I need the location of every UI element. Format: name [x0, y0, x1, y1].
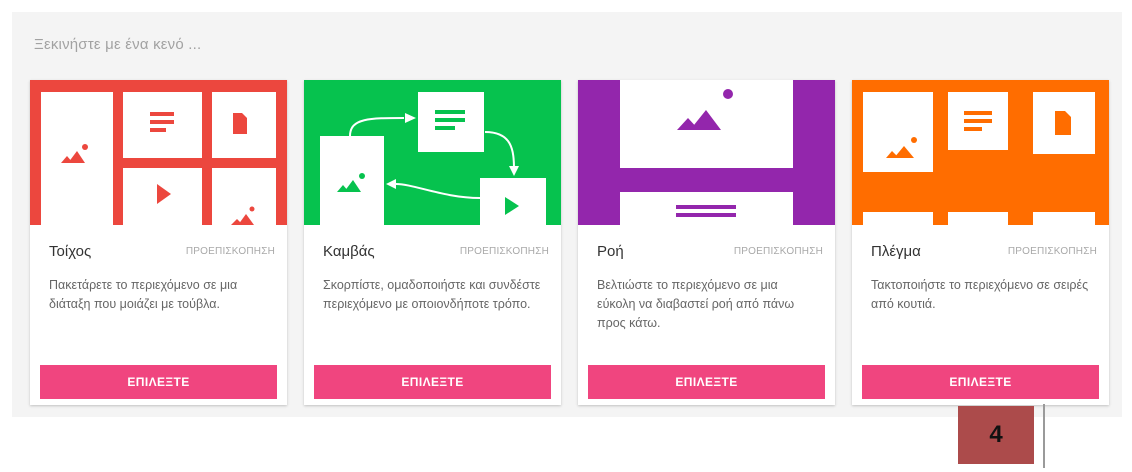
card-title: Ροή [597, 243, 624, 260]
card-description: Πακετάρετε το περιεχόμενο σε μια διάταξη… [49, 278, 238, 311]
grid-thumbnail [852, 80, 1109, 225]
preview-link[interactable]: ΠΡΟΕΠΙΣΚΟΠΗΣΗ [734, 246, 823, 257]
card-title: Πλέγμα [871, 243, 921, 260]
choose-button[interactable]: ΕΠΙΛΕΞΤΕ [862, 365, 1099, 399]
page-number: 4 [958, 406, 1034, 464]
choose-button[interactable]: ΕΠΙΛΕΞΤΕ [314, 365, 551, 399]
card-title: Καμβάς [323, 243, 375, 260]
card-description: Τακτοποιήστε το περιεχόμενο σε σειρές απ… [871, 278, 1089, 311]
layout-card-grid[interactable]: Πλέγμα ΠΡΟΕΠΙΣΚΟΠΗΣΗ Τακτοποιήστε το περ… [852, 80, 1109, 405]
choose-button[interactable]: ΕΠΙΛΕΞΤΕ [588, 365, 825, 399]
preview-link[interactable]: ΠΡΟΕΠΙΣΚΟΠΗΣΗ [1008, 246, 1097, 257]
card-description: Σκορπίστε, ομαδοποιήστε και συνδέστε περ… [323, 278, 541, 311]
card-description: Βελτιώστε το περιεχόμενο σε μια εύκολη ν… [597, 278, 795, 330]
layout-card-wall[interactable]: Τοίχος ΠΡΟΕΠΙΣΚΟΠΗΣΗ Πακετάρετε το περιε… [30, 80, 287, 405]
layout-picker-panel: Ξεκινήστε με ένα κενό ... Τοίχος ΠΡΟΕΠΙΣ… [12, 12, 1122, 417]
page-border-line [1043, 404, 1045, 468]
choose-button[interactable]: ΕΠΙΛΕΞΤΕ [40, 365, 277, 399]
preview-link[interactable]: ΠΡΟΕΠΙΣΚΟΠΗΣΗ [186, 246, 275, 257]
stream-thumbnail [578, 80, 835, 225]
layout-card-canvas[interactable]: Καμβάς ΠΡΟΕΠΙΣΚΟΠΗΣΗ Σκορπίστε, ομαδοποι… [304, 80, 561, 405]
wall-thumbnail [30, 80, 287, 225]
section-heading: Ξεκινήστε με ένα κενό ... [34, 36, 202, 53]
document-icon [233, 113, 247, 134]
document-icon [1055, 111, 1071, 135]
canvas-thumbnail [304, 80, 561, 225]
card-title: Τοίχος [49, 243, 92, 260]
preview-link[interactable]: ΠΡΟΕΠΙΣΚΟΠΗΣΗ [460, 246, 549, 257]
layout-card-stream[interactable]: Ροή ΠΡΟΕΠΙΣΚΟΠΗΣΗ Βελτιώστε το περιεχόμε… [578, 80, 835, 405]
